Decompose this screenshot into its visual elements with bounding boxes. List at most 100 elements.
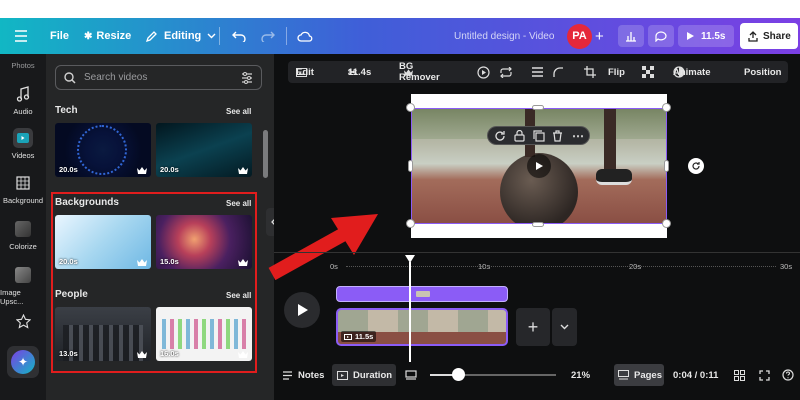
time-display: 0:04 / 0:11 [673, 369, 719, 381]
lock-icon[interactable] [514, 130, 525, 142]
corner-rounding-icon[interactable] [553, 61, 564, 83]
rail-photos[interactable]: Photos [0, 61, 46, 70]
divider [286, 27, 287, 45]
rail-videos[interactable]: Videos [0, 128, 46, 160]
panel-scrollbar[interactable] [263, 130, 268, 178]
zoom-slider-thumb[interactable] [452, 368, 465, 381]
top-toolbar: File ✱ Resize Editing Untitled design - … [0, 18, 800, 54]
rail-videos-label: Videos [11, 151, 35, 160]
resize-handle[interactable] [532, 222, 544, 227]
resize-handle[interactable] [408, 160, 413, 172]
duration-label: Duration [353, 369, 393, 381]
search-icon [64, 71, 76, 84]
position-button[interactable]: Position [744, 61, 781, 83]
loop-icon[interactable] [499, 61, 513, 83]
shoe-image [596, 169, 632, 185]
notes-button[interactable]: Notes [282, 364, 324, 386]
background-grid-icon [13, 173, 33, 193]
resize-handle[interactable] [662, 103, 671, 112]
menu-icon[interactable] [14, 18, 28, 54]
timeline-play-button[interactable] [284, 292, 320, 328]
timeline-divider [274, 252, 800, 253]
rail-photos-label: Photos [11, 61, 35, 70]
editing-label: Editing [164, 30, 202, 42]
analytics-icon[interactable] [618, 25, 644, 47]
magic-assistant-button[interactable]: ✦ [7, 346, 39, 378]
timeline-tick: 30s [780, 262, 793, 271]
video-thumbnail[interactable]: 20.0s [156, 123, 252, 177]
video-clip-icon [344, 333, 352, 340]
video-duration: 20.0s [59, 165, 78, 174]
cloud-save-icon[interactable] [297, 18, 313, 54]
rotate-handle-icon[interactable] [688, 158, 704, 174]
chevron-down-icon [560, 324, 569, 330]
page-view-icon[interactable] [405, 364, 417, 386]
share-label: Share [763, 30, 791, 42]
resize-handle[interactable] [406, 219, 415, 228]
avatar[interactable]: PA [567, 18, 592, 54]
thumbnail-art [77, 125, 127, 175]
duration-button[interactable]: Duration [332, 364, 396, 386]
resize-handle[interactable] [532, 105, 544, 110]
editing-mode-dropdown[interactable]: Editing [145, 18, 216, 54]
rail-background[interactable]: Background [0, 173, 46, 205]
rotate-icon[interactable] [494, 130, 506, 142]
highlight-box [51, 192, 257, 373]
rail-audio[interactable]: Audio [0, 84, 46, 116]
timeline-options-dropdown[interactable] [552, 308, 577, 346]
rail-starred[interactable] [0, 311, 46, 334]
zoom-value[interactable]: 21% [571, 364, 590, 386]
rail-colorize[interactable]: Colorize [0, 219, 46, 251]
video-icon [13, 128, 33, 148]
premium-crown-icon [238, 167, 248, 174]
trash-icon[interactable] [552, 130, 563, 142]
transparency-icon[interactable] [642, 61, 654, 83]
add-collaborator-icon[interactable]: + [595, 18, 604, 54]
leg-image [604, 109, 616, 171]
colorize-app-icon [13, 219, 33, 239]
rail-image-upscale[interactable]: Image Upsc... [0, 265, 46, 306]
grid-view-icon[interactable] [734, 364, 745, 386]
search-input[interactable]: Search videos [55, 65, 262, 90]
context-toolbar: Edit ✂ 11.4s BG Remover Flip Animate Pos… [288, 61, 788, 83]
timeline-video-clip[interactable]: 11.5s [336, 308, 508, 346]
divider [219, 27, 220, 45]
duplicate-icon[interactable] [533, 130, 545, 142]
upload-icon [748, 30, 758, 42]
duration-icon [337, 370, 348, 380]
crop-icon[interactable] [584, 61, 596, 83]
playback-icon[interactable] [477, 61, 490, 83]
pages-button[interactable]: Pages [614, 364, 664, 386]
resize-button[interactable]: ✱ Resize [84, 18, 131, 54]
document-title[interactable]: Untitled design - Video [454, 18, 554, 54]
line-weight-icon[interactable] [531, 61, 544, 83]
comment-icon[interactable] [648, 25, 674, 47]
notes-label: Notes [298, 369, 325, 381]
file-menu[interactable]: File [50, 18, 69, 54]
fullscreen-icon[interactable] [759, 364, 770, 386]
video-play-button[interactable] [527, 154, 551, 178]
preview-duration-button[interactable]: 11.5s [678, 25, 734, 47]
preview-duration-label: 11.5s [701, 30, 726, 42]
playhead[interactable] [409, 262, 411, 362]
avatar-initials: PA [567, 23, 592, 49]
add-page-icon[interactable]: + [516, 308, 550, 346]
section-title-tech: Tech [55, 105, 78, 116]
redo-icon[interactable] [261, 18, 275, 54]
more-options-icon[interactable]: ⋯ [572, 130, 584, 142]
sparkle-icon: ✱ [84, 30, 93, 42]
help-icon[interactable] [782, 364, 794, 386]
flip-button[interactable]: Flip [608, 61, 625, 83]
see-all-tech-link[interactable]: See all [226, 107, 251, 116]
annotation-arrow [268, 214, 378, 280]
edit-label: Edit [296, 66, 314, 78]
undo-icon[interactable] [232, 18, 246, 54]
play-icon [686, 31, 695, 41]
resize-handle[interactable] [662, 219, 671, 228]
share-button[interactable]: Share [740, 23, 798, 49]
video-thumbnail[interactable]: 20.0s [55, 123, 151, 177]
filter-icon[interactable] [241, 72, 253, 84]
resize-handle[interactable] [406, 103, 415, 112]
resize-handle[interactable] [664, 160, 669, 172]
timeline-track-element[interactable] [336, 286, 508, 302]
